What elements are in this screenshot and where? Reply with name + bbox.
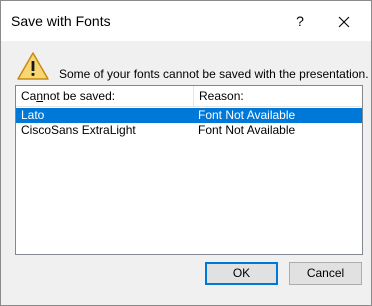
cancel-button[interactable]: Cancel (289, 262, 362, 285)
dialog-title: Save with Fonts (11, 13, 111, 29)
reason: Font Not Available (198, 108, 296, 122)
title-bar: Save with Fonts ? (1, 1, 371, 41)
warning-message: Some of your fonts cannot be saved with … (59, 67, 369, 81)
list-row[interactable]: CiscoSans ExtraLight Font Not Available (16, 123, 362, 138)
warning-icon (17, 52, 49, 80)
column-header-reason[interactable]: Reason: (194, 86, 362, 106)
font-name: Lato (21, 108, 45, 122)
column-header-cannot-be-saved[interactable]: Cannot be saved: (16, 86, 194, 106)
close-button[interactable] (324, 7, 364, 35)
header-text-suffix: not be saved: (43, 89, 116, 103)
font-name: CiscoSans ExtraLight (21, 123, 136, 137)
save-with-fonts-dialog: Save with Fonts ? Some of your fonts can… (0, 0, 372, 306)
close-icon (338, 16, 350, 28)
list-header: Cannot be saved: Reason: (16, 86, 362, 107)
header-text-prefix: Ca (21, 89, 37, 103)
fonts-list[interactable]: Cannot be saved: Reason: Lato Font Not A… (15, 85, 363, 255)
ok-button[interactable]: OK (205, 262, 278, 285)
reason: Font Not Available (198, 123, 296, 137)
list-row[interactable]: Lato Font Not Available (16, 108, 362, 123)
help-button[interactable]: ? (284, 7, 316, 35)
